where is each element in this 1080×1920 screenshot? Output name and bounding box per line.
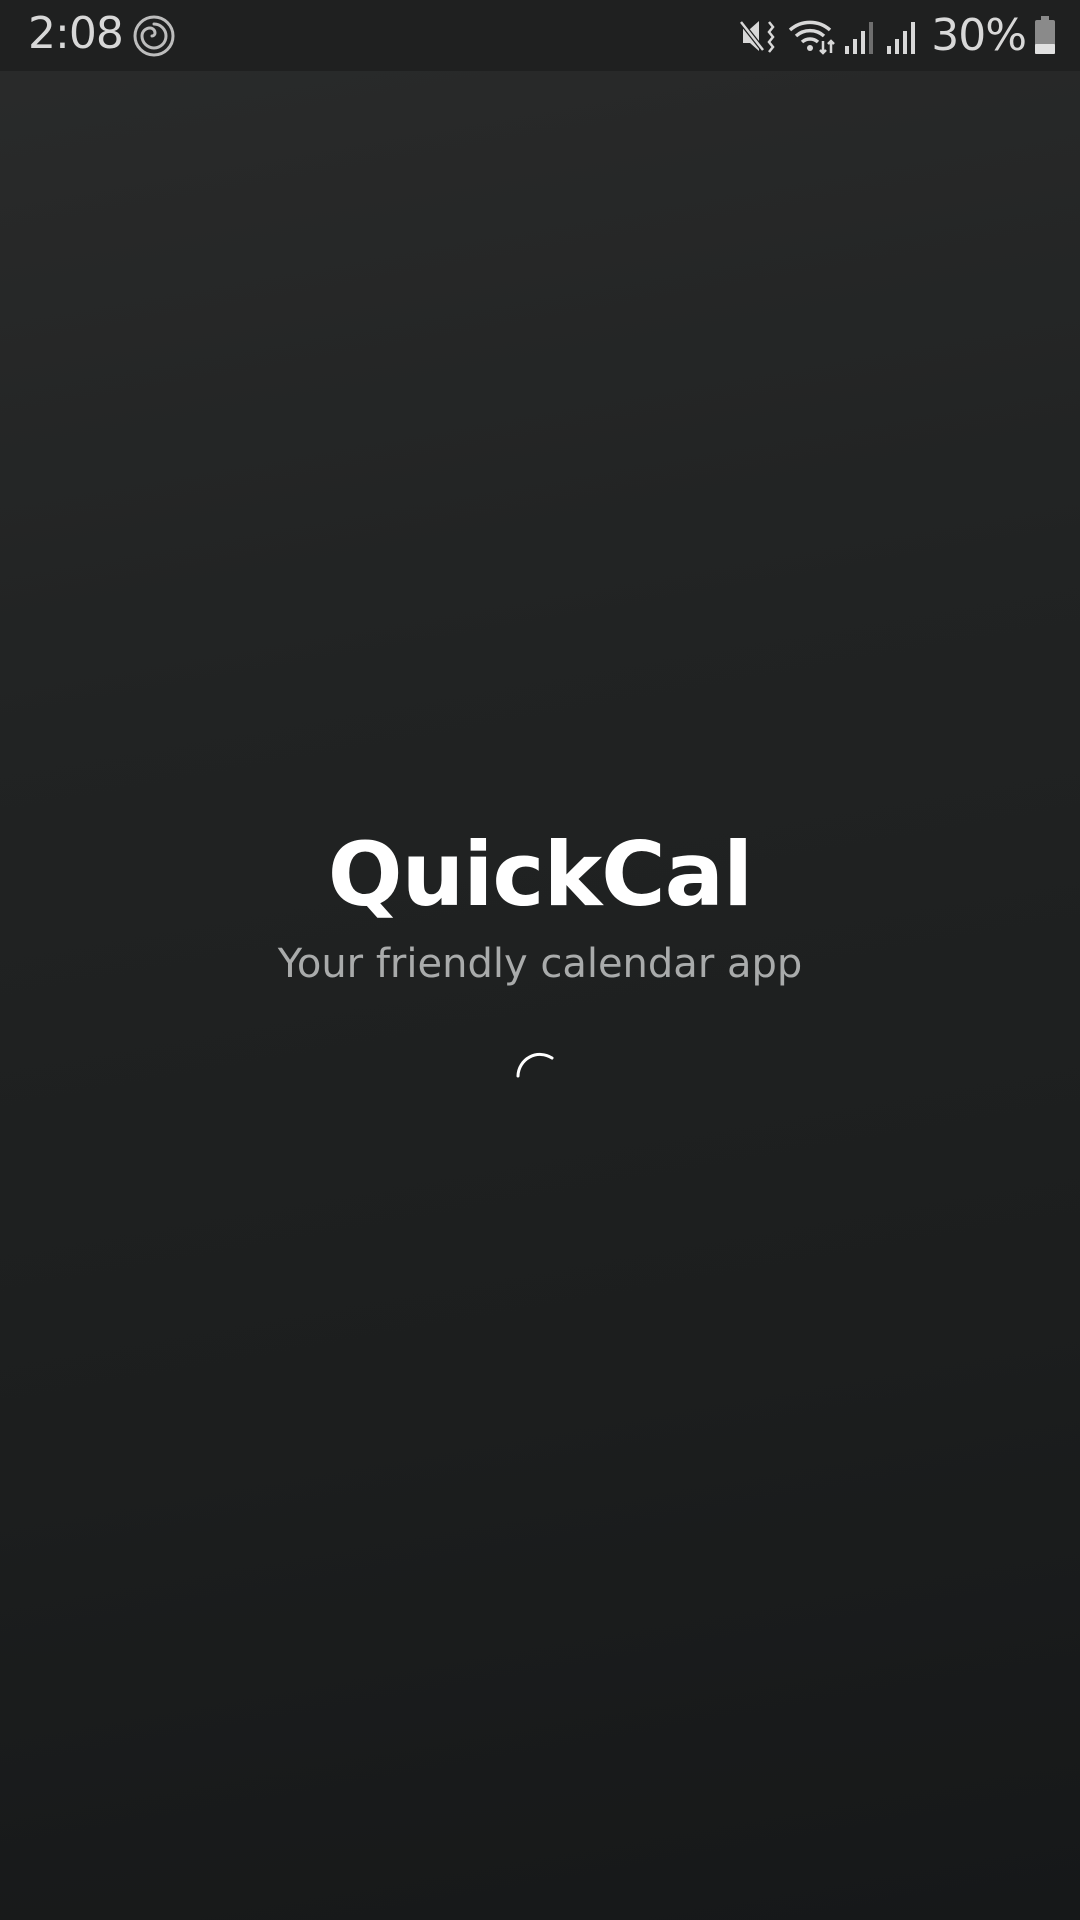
mute-vibrate-icon <box>739 19 775 53</box>
loading-spinner <box>516 1052 554 1078</box>
status-icons: 30% <box>731 0 1058 71</box>
battery-icon <box>1035 15 1055 54</box>
spiral-app-icon <box>133 15 175 57</box>
status-bar: 2:08 30% <box>0 0 1080 71</box>
app-tagline: Your friendly calendar app <box>277 941 803 987</box>
app-title: QuickCal <box>327 823 753 926</box>
battery-fill <box>1035 43 1055 54</box>
battery-percent: 30% <box>931 10 1027 61</box>
signal-icon <box>845 21 874 54</box>
signal-icon <box>887 21 916 54</box>
splash-content: QuickCal Your friendly calendar app <box>0 820 1080 992</box>
wifi-icon <box>789 20 836 55</box>
status-time: 2:08 <box>28 8 124 59</box>
